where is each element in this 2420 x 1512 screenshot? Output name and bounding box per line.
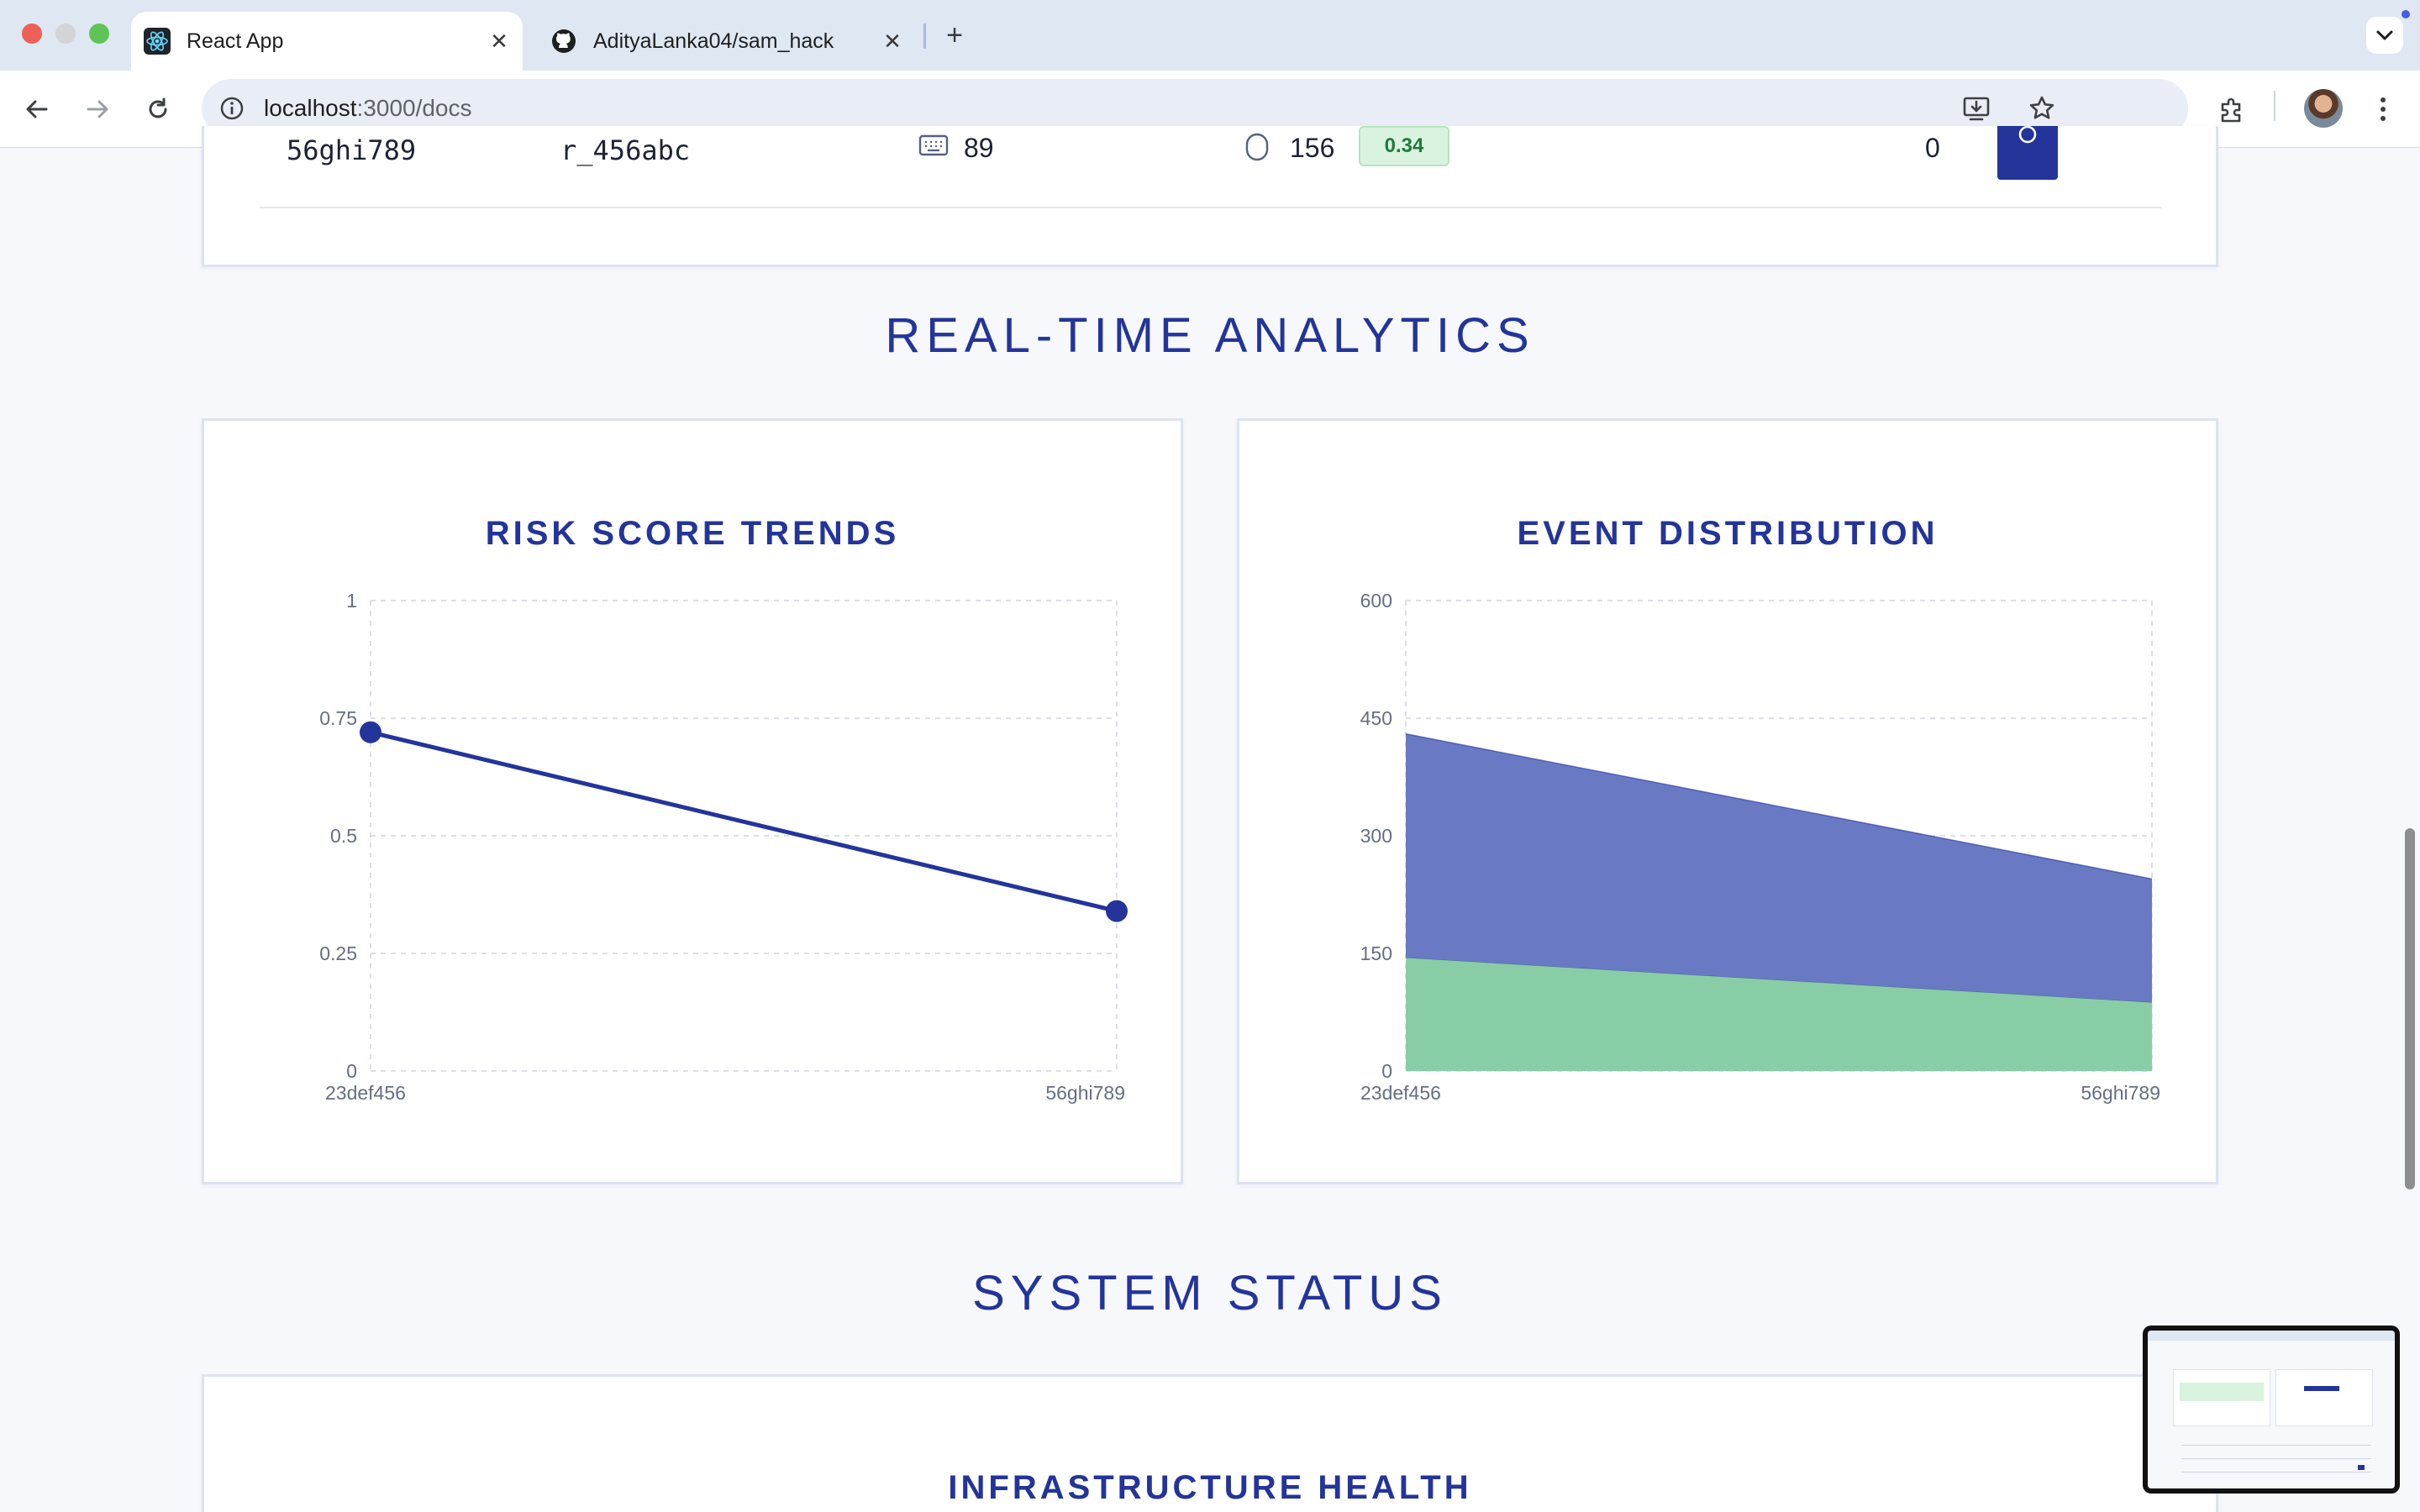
- toolbar-divider: [2274, 91, 2275, 121]
- data-point: [360, 721, 381, 743]
- close-tab-icon[interactable]: ✕: [484, 26, 514, 56]
- mouse-icon: [1244, 133, 1270, 165]
- analytics-section-title: REAL-TIME ANALYTICS: [885, 308, 1535, 363]
- view-session-button[interactable]: [1997, 126, 2058, 180]
- page-preview-thumbnail[interactable]: [2143, 1326, 2400, 1494]
- window-zoom-button[interactable]: [89, 24, 109, 44]
- preview-browser-bar: [2148, 1331, 2395, 1341]
- y-tick-label: 0.5: [330, 825, 357, 847]
- x-tick-label: 23def456: [1360, 1082, 1441, 1104]
- tab-title: AdityaLanka04/sam_hack: [593, 29, 834, 53]
- tab-github-repo[interactable]: AdityaLanka04/sam_hack ✕: [538, 12, 916, 71]
- row-divider: [260, 207, 2162, 208]
- y-tick-label: 1: [346, 590, 357, 612]
- site-info-icon[interactable]: [213, 90, 250, 127]
- profile-avatar[interactable]: [2304, 89, 2343, 128]
- keystroke-count: 89: [964, 133, 994, 163]
- user-id-cell: r_456abc: [560, 134, 691, 166]
- table-row[interactable]: 56ghi789 r_456abc 89 156 0.34 0: [204, 126, 2216, 210]
- y-tick-label: 150: [1360, 942, 1392, 964]
- system-status-section-title: SYSTEM STATUS: [972, 1266, 1448, 1320]
- y-tick-label: 0.75: [319, 707, 357, 729]
- preview-button: [2304, 1386, 2339, 1391]
- series-line: [370, 730, 1118, 914]
- risk-score-badge: 0.34: [1359, 126, 1449, 166]
- preview-card: [2275, 1369, 2373, 1426]
- tab-title: React App: [187, 29, 284, 53]
- event-distribution-chart-card: EVENT DISTRIBUTION 0 150 300 450 600 23def456…: [1237, 418, 2218, 1184]
- risk-score-chart-card: RISK SCORE TRENDS 0 0.25 0.5 0.75 1 23def456 5…: [202, 418, 1183, 1184]
- preview-status-block: [2180, 1383, 2264, 1401]
- risk-score-line-chart: 0 0.25 0.5 0.75 1 23def456 56ghi789: [319, 590, 1128, 1104]
- y-tick-label: 0: [1381, 1060, 1392, 1082]
- notification-dot: [2402, 10, 2410, 18]
- session-id-cell: 56ghi789: [287, 134, 417, 166]
- y-tick-label: 0.25: [319, 942, 357, 964]
- window-close-button[interactable]: [22, 24, 42, 44]
- url-text[interactable]: localhost:3000/docs: [264, 95, 472, 122]
- data-point: [1106, 900, 1128, 922]
- area-series: [1406, 733, 2152, 1002]
- infrastructure-card: INFRASTRUCTURE HEALTH: [202, 1374, 2218, 1512]
- react-logo-icon: [143, 27, 171, 55]
- event-distribution-area-chart: 0 150 300 450 600 23def456 56ghi789: [1360, 590, 2160, 1104]
- extensions-puzzle-icon[interactable]: [2212, 89, 2252, 129]
- page-scrollbar-thumb[interactable]: [2405, 828, 2415, 1189]
- github-icon: [550, 27, 578, 55]
- install-app-icon[interactable]: [1958, 90, 1995, 127]
- tab-separator: [923, 24, 926, 49]
- preview-divider: [2181, 1445, 2371, 1446]
- x-tick-label: 23def456: [325, 1082, 406, 1104]
- bookmark-star-icon[interactable]: [2023, 90, 2060, 127]
- y-tick-label: 0: [346, 1060, 357, 1082]
- x-tick-label: 56ghi789: [1045, 1082, 1125, 1104]
- x-tick-label: 56ghi789: [2081, 1082, 2160, 1104]
- back-arrow-icon[interactable]: [17, 89, 57, 129]
- window-minimize-button[interactable]: [55, 24, 76, 44]
- close-tab-icon[interactable]: ✕: [877, 26, 908, 56]
- url-host: localhost: [264, 95, 357, 121]
- reload-icon[interactable]: [138, 89, 178, 129]
- y-tick-label: 600: [1360, 590, 1392, 612]
- more-menu-icon[interactable]: [2363, 89, 2403, 129]
- tab-list-chevron-icon[interactable]: [2366, 17, 2403, 54]
- url-path: :3000/docs: [356, 95, 472, 121]
- preview-divider: [2181, 1472, 2371, 1473]
- preview-divider: [2181, 1458, 2371, 1459]
- anomaly-count: 0: [1925, 133, 1940, 163]
- y-tick-label: 450: [1360, 707, 1392, 729]
- infrastructure-health-title: INFRASTRUCTURE HEALTH: [948, 1469, 1472, 1506]
- forward-arrow-icon[interactable]: [77, 89, 118, 129]
- keyboard-icon: [918, 134, 949, 160]
- browser-tab-bar: React App ✕ AdityaLanka04/sam_hack ✕ +: [0, 0, 2420, 71]
- click-count: 156: [1290, 133, 1335, 163]
- page-preview-content: [2148, 1331, 2395, 1488]
- y-tick-label: 300: [1360, 825, 1392, 847]
- preview-button: [2358, 1465, 2365, 1470]
- tab-react-app[interactable]: React App ✕: [131, 12, 523, 71]
- new-tab-plus-icon[interactable]: +: [938, 18, 971, 52]
- session-table-card: 56ghi789 r_456abc 89 156 0.34 0: [202, 126, 2218, 267]
